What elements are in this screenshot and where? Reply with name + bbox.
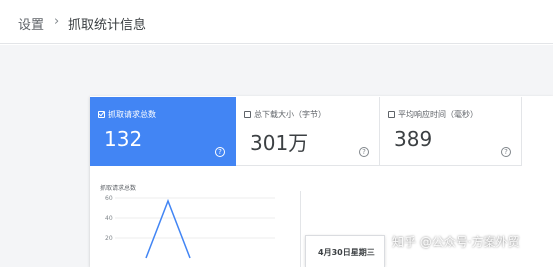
help-icon[interactable]: ? [501, 147, 511, 157]
y-tick-label: 60 [105, 195, 113, 202]
checkbox-checked-icon[interactable] [98, 111, 105, 118]
chart-divider [300, 191, 301, 267]
crawl-requests-chart: 60 40 20 [90, 191, 301, 267]
tooltip-date: 4月30日星期三 [318, 248, 375, 257]
metric-value: 132 [104, 127, 143, 151]
breadcrumb-settings-link[interactable]: 设置 [18, 14, 44, 33]
metric-label: 总下载大小（字节） [254, 110, 326, 119]
help-icon[interactable]: ? [359, 147, 369, 157]
chart-svg: 60 40 20 [105, 195, 275, 259]
watermark-text: 知乎 @公众号·方案外贸 [392, 235, 520, 249]
metric-card-download-size[interactable]: 总下载大小（字节） 301万 ? [236, 97, 380, 166]
checkbox-icon[interactable] [388, 111, 395, 118]
metric-value: 389 [394, 127, 433, 151]
page-header: 设置 › 抓取统计信息 [0, 0, 553, 44]
checkbox-icon[interactable] [244, 111, 251, 118]
chart-tooltip: 4月30日星期三 [305, 235, 385, 267]
metric-value: 301万 [250, 131, 309, 155]
help-icon[interactable]: ? [215, 147, 225, 157]
y-tick-label: 20 [105, 235, 113, 242]
y-tick-label: 40 [105, 215, 113, 222]
metric-label: 平均响应时间（毫秒） [398, 110, 478, 119]
breadcrumb-chevron-icon: › [54, 14, 60, 29]
page-title: 抓取统计信息 [68, 18, 147, 33]
metric-card-total-requests[interactable]: 抓取请求总数 132 ? [90, 97, 236, 166]
series-line [145, 198, 191, 259]
metric-card-response-time[interactable]: 平均响应时间（毫秒） 389 ? [380, 97, 522, 166]
metric-label: 抓取请求总数 [108, 110, 156, 119]
